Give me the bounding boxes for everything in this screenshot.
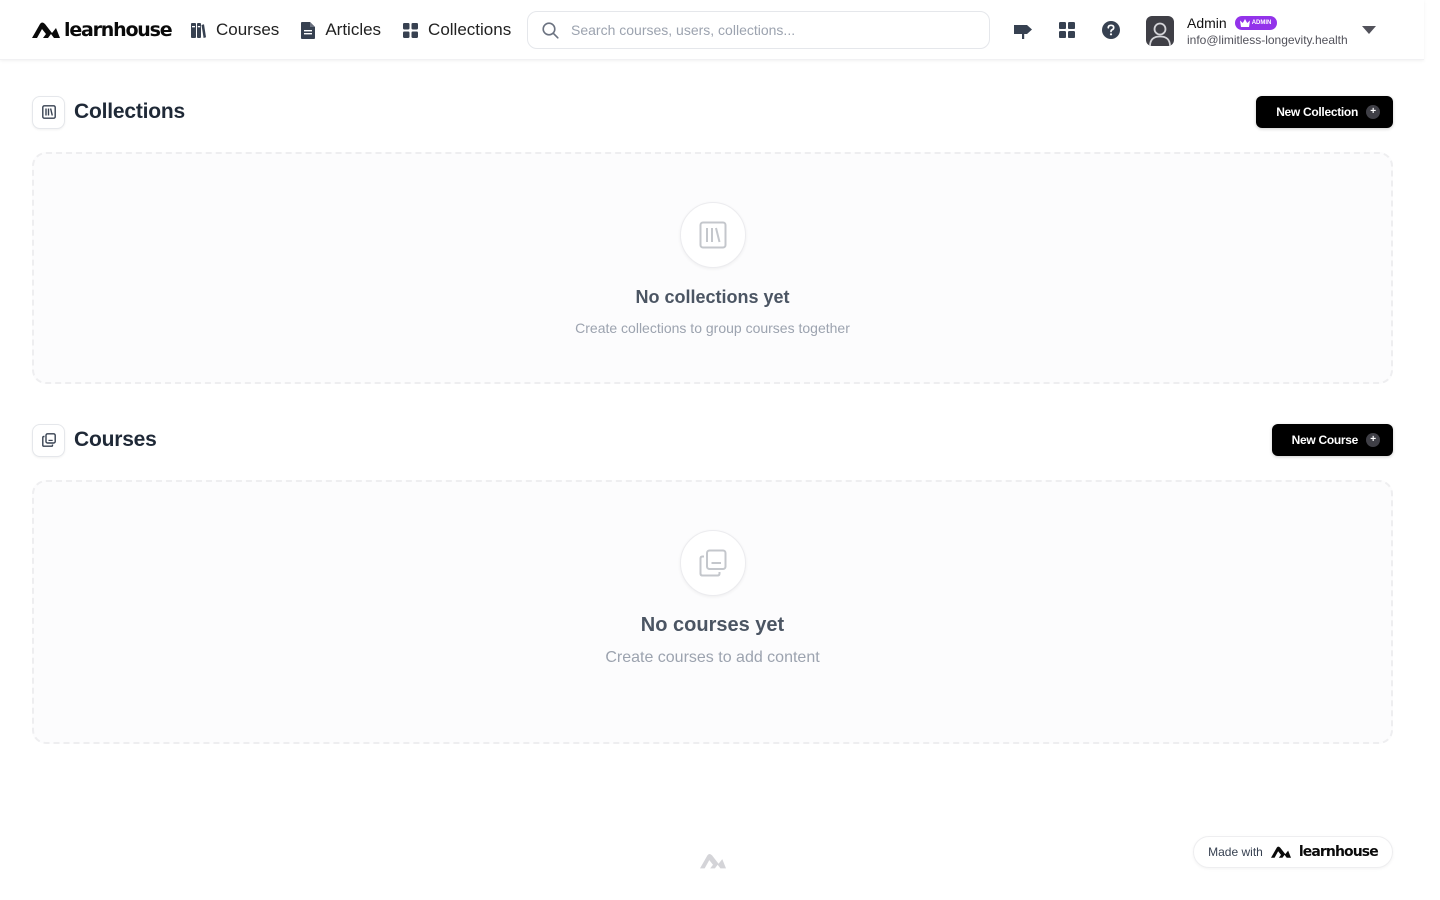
books-icon bbox=[191, 22, 206, 38]
signpost-icon bbox=[1013, 25, 1032, 39]
search-box[interactable] bbox=[527, 11, 990, 49]
nav-articles-label: Articles bbox=[325, 20, 382, 39]
collections-empty-state: No collections yet Create collections to… bbox=[32, 152, 1393, 384]
courses-header: Courses New Course + bbox=[32, 423, 1393, 457]
collections-header: Collections New Collection + bbox=[32, 95, 1393, 129]
top-navigation-bar: learnhouse Courses Articles Collections … bbox=[0, 0, 1424, 60]
plus-icon: + bbox=[1366, 105, 1380, 119]
nav-collections-label: Collections bbox=[428, 20, 512, 39]
brand-logo[interactable]: learnhouse bbox=[32, 18, 173, 42]
user-info: Admin ADMIN info@limitless-longevity.hea… bbox=[1187, 15, 1348, 47]
courses-title: Courses bbox=[74, 428, 157, 451]
library-icon bbox=[41, 105, 56, 119]
collections-section-icon-box bbox=[32, 95, 65, 129]
apps-button[interactable] bbox=[1057, 20, 1077, 40]
library-icon bbox=[699, 221, 726, 249]
brand-name: learnhouse bbox=[64, 19, 173, 41]
nav-courses-label: Courses bbox=[216, 20, 280, 39]
user-name-row: Admin ADMIN bbox=[1187, 15, 1348, 31]
made-with-text: Made with bbox=[1208, 845, 1263, 859]
help-button[interactable] bbox=[1101, 20, 1121, 40]
new-course-button[interactable]: New Course + bbox=[1271, 424, 1393, 456]
chevron-down-icon[interactable] bbox=[1362, 26, 1376, 35]
user-silhouette-icon bbox=[1149, 22, 1171, 46]
empty-courses-subtitle: Create courses to add content bbox=[605, 649, 820, 666]
nav-courses[interactable]: Courses bbox=[190, 18, 279, 42]
empty-collections-icon-circle bbox=[679, 202, 746, 268]
copy-stack-icon bbox=[699, 549, 726, 577]
plus-icon: + bbox=[1366, 433, 1380, 447]
whats-new-button[interactable] bbox=[1013, 20, 1033, 40]
empty-courses-title: No courses yet bbox=[640, 614, 785, 636]
user-email: info@limitless-longevity.health bbox=[1187, 33, 1348, 47]
search-icon bbox=[542, 21, 559, 39]
user-menu[interactable]: Admin ADMIN info@limitless-longevity.hea… bbox=[1146, 15, 1348, 47]
empty-courses-icon-circle bbox=[679, 530, 746, 596]
search-input[interactable] bbox=[571, 22, 971, 38]
nav-collections[interactable]: Collections bbox=[403, 18, 511, 42]
document-icon bbox=[301, 21, 316, 39]
collections-title: Collections bbox=[74, 100, 185, 123]
new-collection-button[interactable]: New Collection + bbox=[1256, 96, 1393, 128]
courses-section-icon-box bbox=[32, 423, 65, 457]
role-badge-label: ADMIN bbox=[1251, 20, 1272, 26]
apps-grid-icon bbox=[1059, 22, 1075, 38]
grid-icon bbox=[403, 22, 419, 38]
help-icon bbox=[1102, 21, 1120, 39]
new-course-label: New Course bbox=[1291, 433, 1359, 447]
copy-stack-icon bbox=[41, 433, 56, 447]
made-with-brand: learnhouse bbox=[1298, 844, 1379, 860]
made-with-badge[interactable]: Made with learnhouse bbox=[1193, 836, 1393, 868]
empty-collections-subtitle: Create collections to group courses toge… bbox=[575, 320, 850, 336]
user-name: Admin bbox=[1187, 15, 1227, 31]
learnhouse-mark-icon bbox=[32, 22, 60, 38]
main-nav: Courses Articles Collections bbox=[190, 18, 511, 42]
nav-articles[interactable]: Articles bbox=[301, 18, 381, 42]
empty-collections-title: No collections yet bbox=[635, 287, 790, 307]
avatar bbox=[1146, 16, 1174, 46]
courses-empty-state: No courses yet Create courses to add con… bbox=[32, 480, 1393, 744]
new-collection-label: New Collection bbox=[1276, 105, 1358, 119]
learnhouse-mark-icon bbox=[1270, 846, 1291, 858]
crown-icon bbox=[1239, 19, 1250, 27]
role-badge: ADMIN bbox=[1234, 16, 1278, 30]
learnhouse-mark-icon bbox=[700, 854, 726, 869]
